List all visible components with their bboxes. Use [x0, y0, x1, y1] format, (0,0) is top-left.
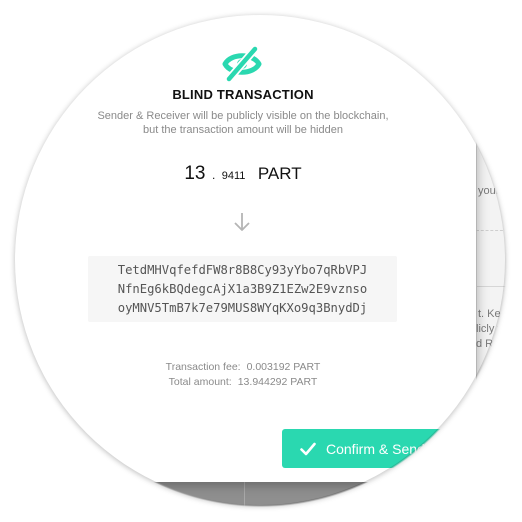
amount-display: 13 . 9411 PART	[0, 163, 486, 185]
background-text: your	[478, 185, 500, 197]
dialog-subtitle: Sender & Receiver will be publicly visib…	[0, 109, 486, 137]
subtitle-line: but the transaction amount will be hidde…	[143, 124, 343, 136]
confirm-send-label: Confirm & Send	[326, 440, 425, 457]
eye-off-icon	[222, 45, 262, 83]
background-text: t. Ke	[478, 308, 501, 320]
subtitle-line: Sender & Receiver will be publicly visib…	[97, 110, 389, 122]
transaction-fee-row: Transaction fee: 0.003192 PART	[0, 361, 486, 373]
background-text: licly v	[476, 323, 503, 335]
address-line: oyMNV5TmB7k7e79MUS8WYqKXo9q3BnydDj	[117, 301, 368, 315]
dialog-title: BLIND TRANSACTION	[172, 87, 314, 102]
check-icon	[300, 442, 316, 455]
recipient-address: TetdMHVqfefdFW8r8B8Cy93yYbo7qRbVPJ NfnEg…	[88, 256, 397, 322]
total-amount-value: 13.944292 PART	[237, 376, 318, 388]
address-lines: TetdMHVqfefdFW8r8B8Cy93yYbo7qRbVPJ NfnEg…	[88, 261, 397, 318]
cancel-button[interactable]: ncel	[60, 438, 88, 454]
confirm-send-button[interactable]: Confirm & Send	[282, 429, 482, 468]
screen: your t. Ke licly v d R BLIND TRANSACTION…	[0, 0, 522, 522]
amount-decimal: 9411	[221, 170, 246, 182]
total-amount-label: Total amount:	[168, 376, 232, 388]
background-divider	[476, 286, 522, 287]
transaction-fee-value: 0.003192 PART	[246, 361, 321, 373]
blind-transaction-dialog: BLIND TRANSACTION Sender & Receiver will…	[0, 0, 482, 482]
address-line: NfnEg6kBQdegcAjX1a3B9Z1EZw2E9vznso	[117, 282, 368, 296]
arrow-down-icon	[234, 213, 250, 231]
background-text: d R	[476, 338, 494, 350]
background-divider	[476, 230, 522, 231]
amount-unit: PART	[257, 164, 302, 183]
amount-integer: 13	[184, 163, 206, 184]
address-line: TetdMHVqfefdFW8r8B8Cy93yYbo7qRbVPJ	[117, 263, 368, 277]
amount-separator: .	[211, 168, 216, 182]
transaction-fee-label: Transaction fee:	[165, 361, 241, 373]
total-amount-row: Total amount: 13.944292 PART	[0, 376, 486, 388]
